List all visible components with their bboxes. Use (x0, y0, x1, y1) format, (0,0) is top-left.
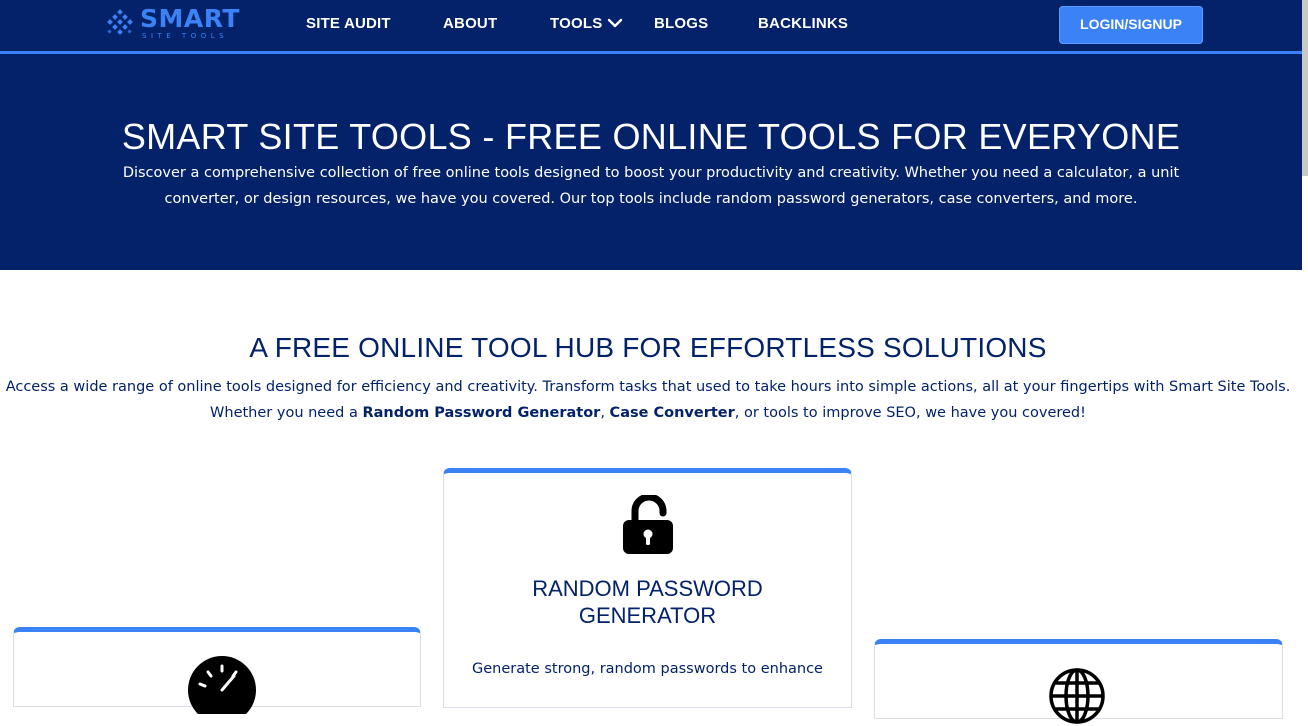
hero-title: SMART SITE TOOLS - FREE ONLINE TOOLS FOR… (121, 116, 1181, 157)
section-desc-sep: , (600, 405, 610, 421)
top-navbar: SMART SITE TOOLS SITE AUDIT ABOUT TOOLS … (0, 0, 1308, 54)
nav-tools-dropdown[interactable]: TOOLS (550, 14, 623, 34)
section-desc-suffix: , or tools to improve SEO, we have you c… (734, 405, 1086, 421)
card-title-line2: GENERATOR (578, 603, 717, 628)
hero-banner: SMART SITE TOOLS - FREE ONLINE TOOLS FOR… (0, 54, 1302, 270)
speed-gauge-icon (188, 656, 256, 714)
section-desc-prefix: Whether you need a (210, 405, 363, 421)
section-description: Access a wide range of online tools desi… (0, 374, 1296, 426)
tool-card-globe[interactable] (874, 639, 1283, 724)
card-description: Generate strong, random passwords to enh… (472, 661, 823, 677)
logo-tagline: SITE TOOLS (142, 32, 229, 40)
nav-site-audit[interactable]: SITE AUDIT (306, 14, 391, 34)
section-title: A FREE ONLINE TOOL HUB FOR EFFORTLESS SO… (249, 332, 1047, 363)
hero-description: Discover a comprehensive collection of f… (122, 165, 1180, 207)
nav-blogs[interactable]: BLOGS (654, 14, 708, 34)
tool-card-random-password-generator[interactable]: RANDOM PASSWORD GENERATOR Generate stron… (443, 468, 852, 708)
unlocked-padlock-icon (623, 495, 673, 554)
nav-backlinks[interactable]: BACKLINKS (758, 14, 848, 34)
tool-card-speed[interactable] (13, 627, 421, 714)
chevron-down-icon (608, 18, 623, 27)
globe-icon (1049, 668, 1105, 724)
nav-about[interactable]: ABOUT (443, 14, 497, 34)
card-title: RANDOM PASSWORD GENERATOR (444, 575, 851, 629)
diamond-dots-logo-icon (107, 9, 133, 35)
logo-wordmark: SMART (140, 4, 240, 33)
random-password-generator-link[interactable]: Random Password Generator (362, 405, 600, 421)
section-desc-line1: Access a wide range of online tools desi… (5, 379, 1291, 395)
nav-tools-label: TOOLS (550, 15, 603, 32)
card-title-line1: RANDOM PASSWORD (532, 576, 763, 601)
site-logo[interactable]: SMART SITE TOOLS (104, 6, 254, 42)
case-converter-link[interactable]: Case Converter (610, 405, 735, 421)
login-signup-button[interactable]: LOGIN/SIGNUP (1059, 6, 1203, 44)
page-scrollbar-thumb[interactable] (1302, 0, 1308, 176)
